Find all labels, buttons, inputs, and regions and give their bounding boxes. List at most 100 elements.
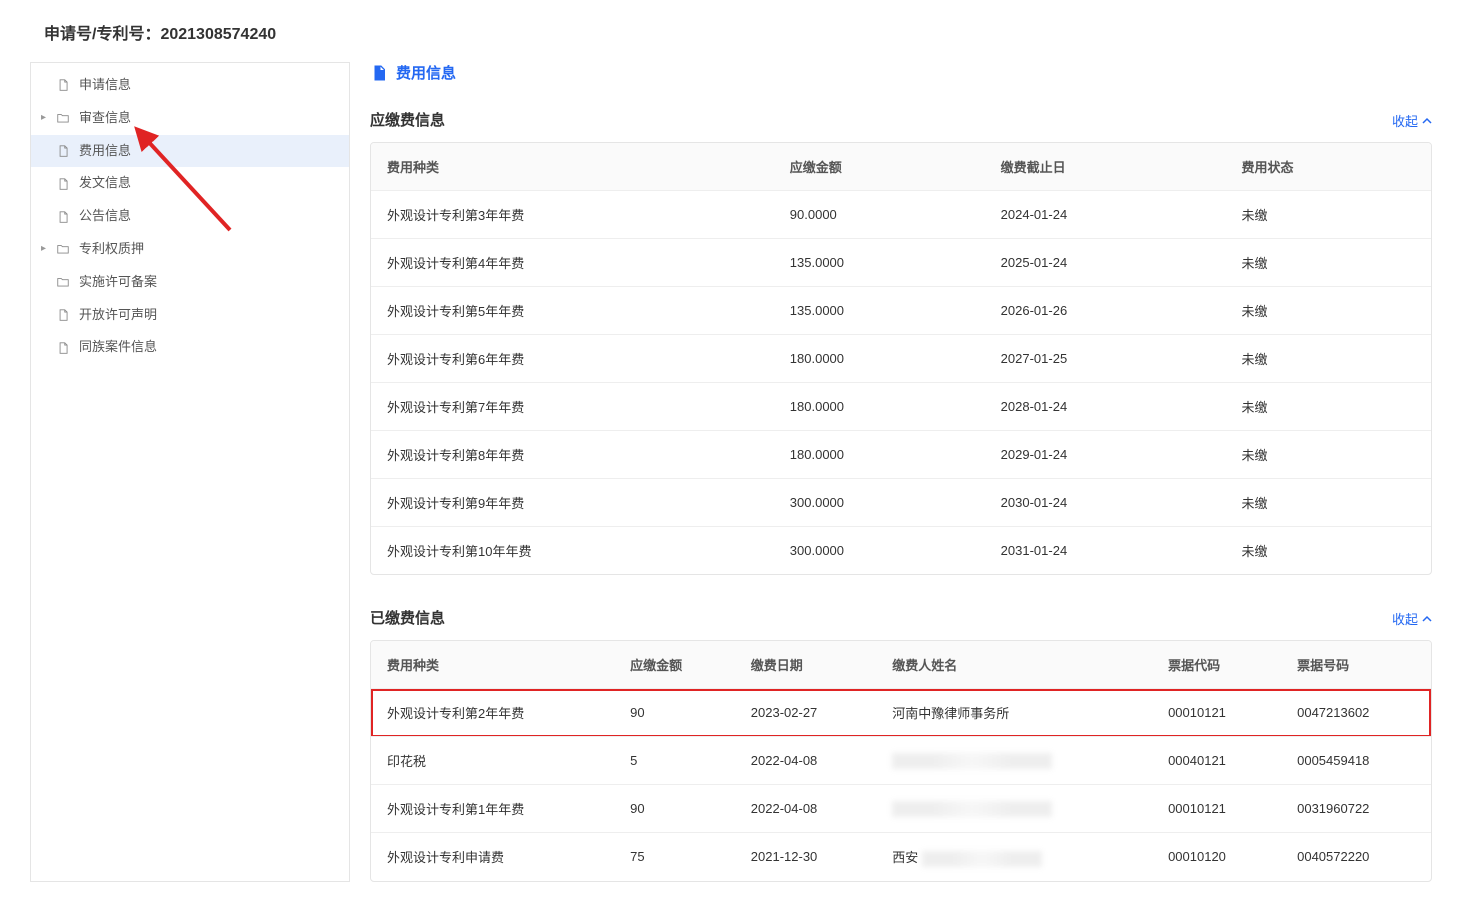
sidebar-item-7[interactable]: 开放许可声明 — [31, 299, 349, 332]
table-row: 外观设计专利第2年年费902023-02-27河南中豫律师事务所00010121… — [371, 689, 1431, 737]
table-row: 外观设计专利第3年年费90.00002024-01-24未缴 — [371, 191, 1431, 239]
file-icon — [55, 143, 71, 159]
redacted-text — [892, 753, 1052, 769]
table-cell: 未缴 — [1226, 527, 1431, 574]
table-cell: 2027-01-25 — [985, 335, 1226, 383]
table-cell: 2030-01-24 — [985, 479, 1226, 527]
table-cell: 00010121 — [1152, 689, 1281, 737]
table-cell: 90 — [614, 689, 735, 737]
table-cell: 2029-01-24 — [985, 431, 1226, 479]
table-cell: 西安 — [876, 833, 1152, 881]
sidebar-item-label: 申请信息 — [79, 75, 131, 96]
sidebar-item-label: 审查信息 — [79, 108, 131, 129]
table-header: 票据代码 — [1152, 641, 1281, 689]
due-fees-title: 应缴费信息 — [370, 109, 445, 130]
sidebar-item-6[interactable]: 实施许可备案 — [31, 266, 349, 299]
sidebar-item-label: 同族案件信息 — [79, 337, 157, 358]
file-icon — [55, 176, 71, 192]
table-cell: 00040121 — [1152, 737, 1281, 785]
collapse-toggle[interactable]: 收起 — [1392, 111, 1432, 130]
table-cell: 外观设计专利申请费 — [371, 833, 614, 881]
page-title: 申请号/专利号：2021308574240 — [30, 20, 1432, 44]
sidebar: 申请信息 ▸ 审查信息费用信息发文信息公告信息 ▸ 专利权质押实施许可备案开放许可声明同… — [30, 62, 350, 882]
table-cell: 2024-01-24 — [985, 191, 1226, 239]
table-cell: 外观设计专利第2年年费 — [371, 689, 614, 737]
table-row: 外观设计专利第10年年费300.00002031-01-24未缴 — [371, 527, 1431, 574]
table-cell: 2028-01-24 — [985, 383, 1226, 431]
sidebar-item-2[interactable]: 费用信息 — [31, 135, 349, 168]
table-cell: 外观设计专利第8年年费 — [371, 431, 774, 479]
collapse-toggle[interactable]: 收起 — [1392, 609, 1432, 628]
table-header: 应缴金额 — [614, 641, 735, 689]
folder-icon — [55, 274, 71, 290]
sidebar-item-label: 费用信息 — [79, 141, 131, 162]
sidebar-item-0[interactable]: 申请信息 — [31, 69, 349, 102]
sidebar-item-3[interactable]: 发文信息 — [31, 167, 349, 200]
table-cell: 300.0000 — [774, 527, 985, 574]
table-cell: 未缴 — [1226, 431, 1431, 479]
table-header: 票据号码 — [1281, 641, 1431, 689]
table-cell: 180.0000 — [774, 335, 985, 383]
table-cell: 河南中豫律师事务所 — [876, 689, 1152, 737]
table-cell: 0005459418 — [1281, 737, 1431, 785]
folder-icon — [55, 110, 71, 126]
table-cell: 外观设计专利第4年年费 — [371, 239, 774, 287]
collapse-label: 收起 — [1392, 111, 1418, 130]
table-cell: 90 — [614, 785, 735, 833]
table-cell: 外观设计专利第10年年费 — [371, 527, 774, 574]
sidebar-item-1[interactable]: ▸ 审查信息 — [31, 102, 349, 135]
table-header: 应缴金额 — [774, 143, 985, 191]
table-cell: 外观设计专利第9年年费 — [371, 479, 774, 527]
table-cell — [876, 785, 1152, 833]
table-cell: 135.0000 — [774, 239, 985, 287]
table-cell: 00010121 — [1152, 785, 1281, 833]
table-row: 外观设计专利第8年年费180.00002029-01-24未缴 — [371, 431, 1431, 479]
table-cell: 未缴 — [1226, 383, 1431, 431]
section-title: 费用信息 — [370, 62, 1432, 83]
document-icon — [370, 64, 388, 82]
table-cell: 2025-01-24 — [985, 239, 1226, 287]
table-row: 外观设计专利第9年年费300.00002030-01-24未缴 — [371, 479, 1431, 527]
collapse-label: 收起 — [1392, 609, 1418, 628]
table-cell: 外观设计专利第5年年费 — [371, 287, 774, 335]
sidebar-item-label: 专利权质押 — [79, 239, 144, 260]
due-fees-table: 费用种类应缴金额缴费截止日费用状态 外观设计专利第3年年费90.00002024… — [370, 142, 1432, 575]
chevron-right-icon: ▸ — [41, 241, 51, 257]
redacted-text — [922, 851, 1042, 867]
table-cell: 5 — [614, 737, 735, 785]
sidebar-item-label: 发文信息 — [79, 173, 131, 194]
table-cell: 180.0000 — [774, 431, 985, 479]
table-cell: 未缴 — [1226, 287, 1431, 335]
table-cell: 外观设计专利第6年年费 — [371, 335, 774, 383]
section-title-label: 费用信息 — [396, 62, 456, 83]
table-header: 费用种类 — [371, 143, 774, 191]
table-row: 外观设计专利第6年年费180.00002027-01-25未缴 — [371, 335, 1431, 383]
chevron-right-icon: ▸ — [41, 110, 51, 126]
table-header: 费用种类 — [371, 641, 614, 689]
redacted-text — [892, 801, 1052, 817]
sidebar-item-label: 实施许可备案 — [79, 272, 157, 293]
paid-fees-title: 已缴费信息 — [370, 607, 445, 628]
table-cell: 未缴 — [1226, 335, 1431, 383]
table-cell: 0031960722 — [1281, 785, 1431, 833]
table-cell: 未缴 — [1226, 479, 1431, 527]
table-row: 外观设计专利第5年年费135.00002026-01-26未缴 — [371, 287, 1431, 335]
sidebar-item-5[interactable]: ▸ 专利权质押 — [31, 233, 349, 266]
table-cell: 90.0000 — [774, 191, 985, 239]
table-header: 缴费日期 — [735, 641, 876, 689]
table-cell: 180.0000 — [774, 383, 985, 431]
table-row: 外观设计专利申请费752021-12-30西安 0001012000405722… — [371, 833, 1431, 881]
sidebar-item-8[interactable]: 同族案件信息 — [31, 331, 349, 364]
table-cell: 300.0000 — [774, 479, 985, 527]
table-cell: 135.0000 — [774, 287, 985, 335]
file-icon — [55, 209, 71, 225]
table-cell: 2026-01-26 — [985, 287, 1226, 335]
table-cell: 2022-04-08 — [735, 785, 876, 833]
table-cell: 0047213602 — [1281, 689, 1431, 737]
sidebar-item-label: 公告信息 — [79, 206, 131, 227]
folder-icon — [55, 241, 71, 257]
table-cell: 2022-04-08 — [735, 737, 876, 785]
sidebar-item-4[interactable]: 公告信息 — [31, 200, 349, 233]
table-header: 缴费截止日 — [985, 143, 1226, 191]
file-icon — [55, 340, 71, 356]
